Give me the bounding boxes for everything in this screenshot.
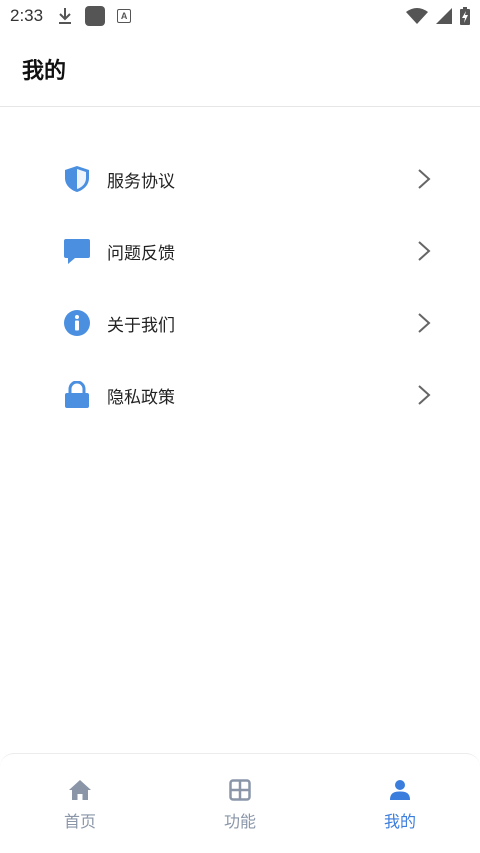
nav-label-features: 功能 (223, 812, 256, 831)
status-bar: 2:33 A (0, 0, 480, 32)
bottom-nav: 首页 功能 我的 (0, 753, 480, 853)
nav-item-mine[interactable]: 我的 (320, 754, 480, 853)
status-left-icons: A (57, 6, 132, 26)
menu-item-feedback[interactable]: 问题反馈 (0, 215, 480, 287)
status-right-icons (406, 7, 470, 25)
shield-icon (63, 165, 91, 193)
menu-item-service-agreement[interactable]: 服务协议 (0, 143, 480, 215)
home-icon (68, 778, 92, 802)
lock-icon (63, 381, 91, 409)
menu-item-label: 服务协议 (107, 171, 175, 192)
wifi-icon (406, 8, 428, 24)
letter-a-label: A (120, 11, 128, 21)
page-header: 我的 (0, 32, 480, 107)
nav-item-features[interactable]: 功能 (160, 754, 320, 853)
page-title: 我的 (22, 59, 67, 84)
person-icon (388, 778, 412, 802)
chevron-right-icon (418, 313, 431, 333)
chevron-right-icon (418, 241, 431, 261)
battery-charging-icon (460, 7, 470, 25)
chevron-right-icon (418, 169, 431, 189)
menu-item-privacy-policy[interactable]: 隐私政策 (0, 359, 480, 431)
nav-item-home[interactable]: 首页 (0, 754, 160, 853)
app-square-icon (85, 6, 106, 26)
download-icon (59, 8, 72, 24)
signal-icon (436, 8, 452, 24)
menu-list: 服务协议 问题反馈 关于我们 隐私政策 (0, 143, 480, 431)
menu-item-label: 关于我们 (107, 315, 175, 336)
chevron-right-icon (418, 385, 431, 405)
menu-item-label: 问题反馈 (107, 243, 175, 264)
grid-icon (228, 778, 252, 802)
menu-item-label: 隐私政策 (107, 387, 175, 408)
status-time: 2:33 (10, 6, 44, 25)
info-icon (63, 309, 91, 337)
chat-bubble-icon (63, 237, 91, 265)
menu-item-about-us[interactable]: 关于我们 (0, 287, 480, 359)
letter-a-icon: A (117, 9, 132, 23)
nav-label-home: 首页 (63, 812, 96, 831)
nav-label-mine: 我的 (383, 812, 416, 831)
